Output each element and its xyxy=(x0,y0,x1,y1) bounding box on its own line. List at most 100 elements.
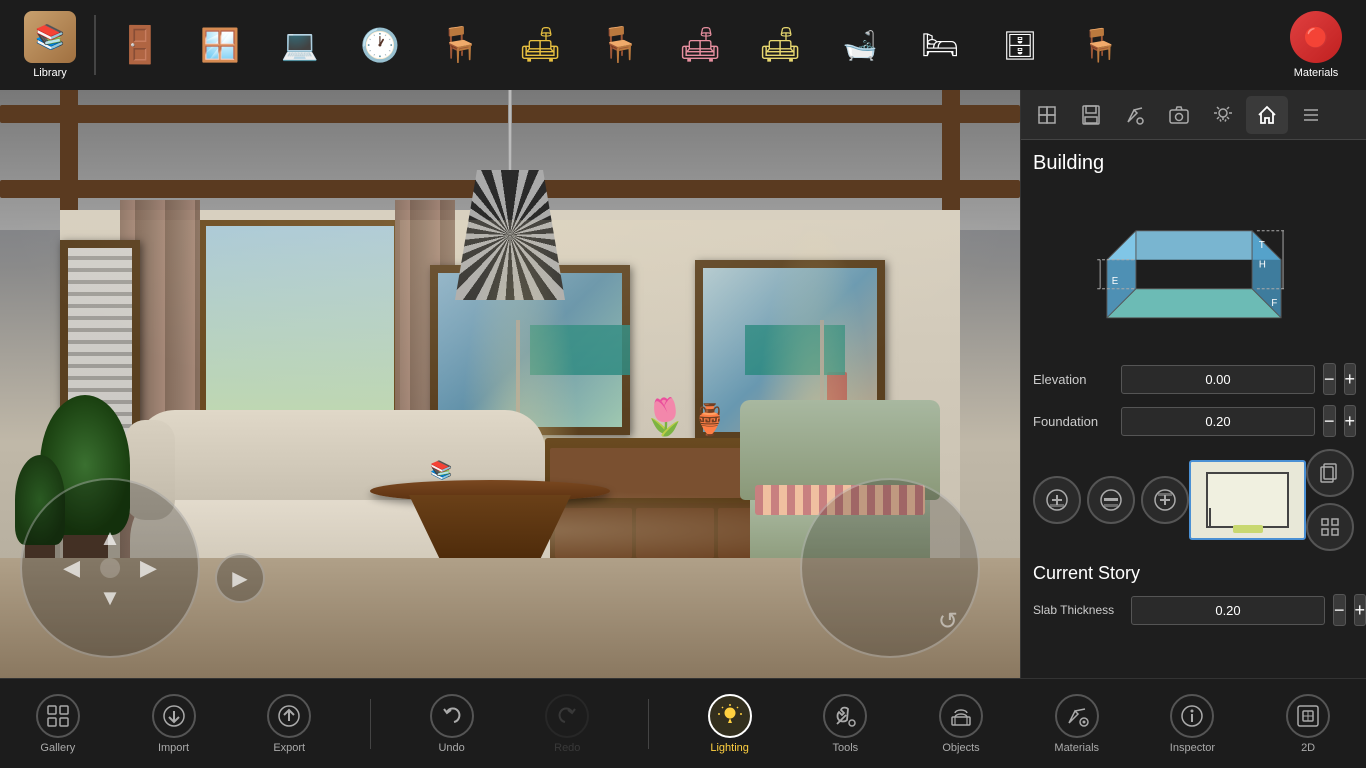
rt-paint-btn[interactable] xyxy=(1114,96,1156,134)
top-furniture-sofa-yellow[interactable]: 🛋 xyxy=(740,5,820,85)
top-library-button[interactable]: 📚 Library xyxy=(10,5,90,85)
elevation-input[interactable] xyxy=(1121,365,1315,394)
library-icon: 📚 xyxy=(24,11,76,63)
right-nav-control[interactable]: ↺ xyxy=(800,478,980,658)
top-furniture-armchair-yellow[interactable]: 🛋 xyxy=(500,5,580,85)
top-furniture-chair-red[interactable]: 🪑 xyxy=(420,5,500,85)
bottom-divider-1 xyxy=(370,699,371,749)
floor-plan-thumbnail[interactable] xyxy=(1189,460,1306,540)
rt-save-btn[interactable] xyxy=(1070,96,1112,134)
top-furniture-clock[interactable]: 🕐 xyxy=(340,5,420,85)
armchair-yellow-icon: 🛋 xyxy=(510,18,570,73)
building-section-title: Building xyxy=(1033,152,1354,175)
door-icon: 🚪 xyxy=(110,18,170,73)
top-furniture-bed[interactable]: 🛏 xyxy=(900,5,980,85)
svg-text:T: T xyxy=(1258,240,1264,251)
export-icon xyxy=(267,694,311,738)
elevation-minus-btn[interactable]: − xyxy=(1323,363,1336,395)
settings-btn[interactable] xyxy=(1306,503,1354,551)
rt-select-btn[interactable] xyxy=(1026,96,1068,134)
bottom-objects-btn[interactable]: Objects xyxy=(926,679,996,768)
foundation-minus-btn[interactable]: − xyxy=(1323,405,1336,437)
books-on-table: 📚 xyxy=(430,460,452,481)
bottom-inspector-btn[interactable]: Inspector xyxy=(1157,679,1227,768)
top-furniture-bathtub[interactable]: 🛁 xyxy=(820,5,900,85)
current-story-title: Current Story xyxy=(1033,563,1354,584)
slab-plus-btn[interactable]: + xyxy=(1354,594,1366,626)
export-label: Export xyxy=(273,742,305,754)
add-story-above-btn[interactable] xyxy=(1033,476,1081,524)
left-arrow-control[interactable]: ▶ xyxy=(215,553,265,603)
copy-btn[interactable] xyxy=(1306,449,1354,497)
chair-pink-icon: 🪑 xyxy=(590,18,650,73)
tools-label: Tools xyxy=(833,742,859,754)
vase-white: 🏺 xyxy=(690,403,730,438)
room-scene: 🌷 🏺 📚 xyxy=(0,90,1020,678)
bed-icon: 🛏 xyxy=(910,18,970,73)
bottom-materials-btn[interactable]: Materials xyxy=(1042,679,1112,768)
rt-photo-btn[interactable] xyxy=(1158,96,1200,134)
top-furniture-chair-pink[interactable]: 🪑 xyxy=(580,5,660,85)
main-viewport: 🌷 🏺 📚 xyxy=(0,90,1020,678)
chair-red2-icon: 🪑 xyxy=(1070,18,1130,73)
lighting-label: Lighting xyxy=(710,742,749,754)
elevation-label: Elevation xyxy=(1033,372,1113,387)
2d-label: 2D xyxy=(1301,742,1315,754)
bottom-undo-btn[interactable]: Undo xyxy=(417,679,487,768)
inspector-label: Inspector xyxy=(1170,742,1215,754)
foundation-row: Foundation − + xyxy=(1033,405,1354,437)
foundation-plus-btn[interactable]: + xyxy=(1344,405,1357,437)
svg-text:H: H xyxy=(1258,259,1265,270)
rt-light-btn[interactable] xyxy=(1202,96,1244,134)
dresser-icon: 🗄 xyxy=(990,18,1050,73)
elevation-plus-btn[interactable]: + xyxy=(1344,363,1357,395)
rt-home-btn[interactable] xyxy=(1246,96,1288,134)
tools-icon xyxy=(823,694,867,738)
materials-bottom-label: Materials xyxy=(1054,742,1099,754)
objects-label: Objects xyxy=(942,742,979,754)
left-nav-control[interactable]: ▲ ◀ ▶ ▼ xyxy=(20,478,200,658)
import-icon xyxy=(152,694,196,738)
materials-icon: 🔴 xyxy=(1290,11,1342,63)
elevation-row: Elevation − + xyxy=(1033,363,1354,395)
svg-text:F: F xyxy=(1271,298,1277,309)
top-furniture-window[interactable]: 🪟 xyxy=(180,5,260,85)
slab-input[interactable] xyxy=(1131,596,1325,625)
svg-text:E: E xyxy=(1111,276,1118,287)
laptop-icon: 💻 xyxy=(270,18,330,73)
bottom-export-btn[interactable]: Export xyxy=(254,679,324,768)
top-toolbar: 📚 Library 🚪 🪟 💻 🕐 🪑 🛋 🪑 🛋 🛋 🛁 🛏 🗄 🪑 xyxy=(0,0,1366,90)
library-label: Library xyxy=(33,67,67,79)
slab-minus-btn[interactable]: − xyxy=(1333,594,1346,626)
top-furniture-laptop[interactable]: 💻 xyxy=(260,5,340,85)
foundation-input[interactable] xyxy=(1121,407,1315,436)
redo-icon xyxy=(545,694,589,738)
rt-list-btn[interactable] xyxy=(1290,96,1332,134)
import-label: Import xyxy=(158,742,189,754)
undo-icon xyxy=(430,694,474,738)
lamp-shade xyxy=(455,170,565,300)
top-furniture-dresser[interactable]: 🗄 xyxy=(980,5,1060,85)
top-materials-button[interactable]: 🔴 Materials xyxy=(1276,5,1356,85)
gallery-icon xyxy=(36,694,80,738)
pendant-lamp xyxy=(455,90,565,300)
bottom-lighting-btn[interactable]: Lighting xyxy=(695,679,765,768)
fp-room xyxy=(1206,472,1289,528)
delete-story-btn[interactable] xyxy=(1087,476,1135,524)
bottom-import-btn[interactable]: Import xyxy=(139,679,209,768)
right-panel-content: Building T H E xyxy=(1021,140,1366,678)
bathtub-icon: 🛁 xyxy=(830,18,890,73)
bottom-tools-btn[interactable]: Tools xyxy=(810,679,880,768)
2d-icon xyxy=(1286,694,1330,738)
top-furniture-sofa-pink[interactable]: 🛋 xyxy=(660,5,740,85)
add-below-btn[interactable] xyxy=(1141,476,1189,524)
chair-red-icon: 🪑 xyxy=(430,18,490,73)
coffee-table xyxy=(370,480,610,570)
top-furniture-chair-red2[interactable]: 🪑 xyxy=(1060,5,1140,85)
bottom-2d-btn[interactable]: 2D xyxy=(1273,679,1343,768)
sofa-pink-icon: 🛋 xyxy=(670,18,730,73)
bottom-redo-btn[interactable]: Redo xyxy=(532,679,602,768)
top-furniture-door[interactable]: 🚪 xyxy=(100,5,180,85)
bottom-divider-2 xyxy=(648,699,649,749)
bottom-gallery-btn[interactable]: Gallery xyxy=(23,679,93,768)
